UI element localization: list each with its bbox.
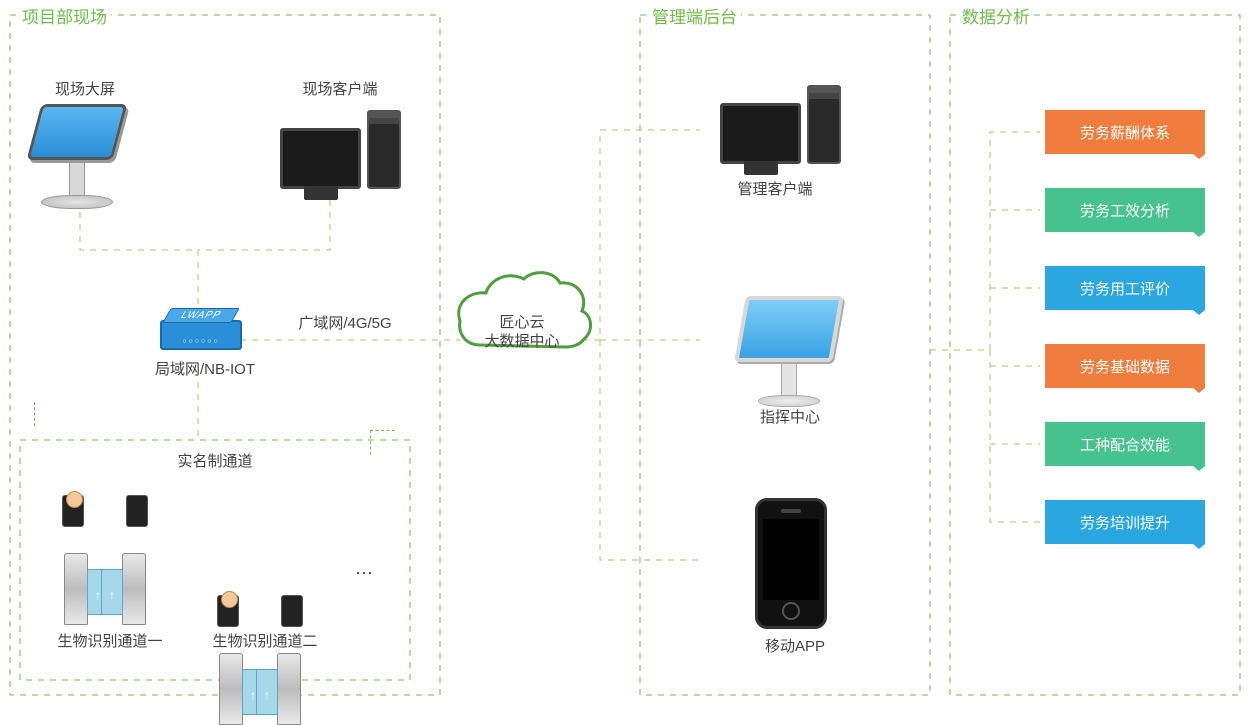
command-center-icon xyxy=(740,296,838,407)
section-title-analysis: 数据分析 xyxy=(958,3,1034,28)
lan-label: 局域网/NB-IOT xyxy=(135,358,275,379)
mobile-app-label: 移动APP xyxy=(745,635,845,656)
analysis-tag-2: 劳务用工评价 xyxy=(1045,266,1205,310)
mgmt-client-icon xyxy=(720,85,841,164)
bracket-decoration xyxy=(370,430,395,455)
cloud-line1: 匠心云 xyxy=(499,314,544,331)
mgmt-client-label: 管理客户端 xyxy=(720,178,830,199)
router-icon: ○○○○○○ xyxy=(160,320,242,350)
big-screen-label: 现场大屏 xyxy=(35,78,135,99)
cloud-line2: 大数据中心 xyxy=(484,333,559,350)
gate1-icon: ↑ ↑ xyxy=(60,525,150,625)
gate2-label: 生物识别通道二 xyxy=(205,630,325,651)
gate-ellipsis: ··· xyxy=(355,562,373,583)
analysis-tag-1: 劳务工效分析 xyxy=(1045,188,1205,232)
section-title-site: 项目部现场 xyxy=(18,3,111,28)
gate1-label: 生物识别通道一 xyxy=(50,630,170,651)
cloud-label: 匠心云 大数据中心 xyxy=(472,314,572,352)
site-client-label: 现场客户端 xyxy=(285,78,395,99)
section-title-backend: 管理端后台 xyxy=(648,3,741,28)
analysis-tag-0: 劳务薪酬体系 xyxy=(1045,110,1205,154)
mobile-app-icon xyxy=(755,498,827,629)
site-client-icon xyxy=(280,110,401,189)
analysis-tag-5: 劳务培训提升 xyxy=(1045,500,1205,544)
command-center-label: 指挥中心 xyxy=(740,406,840,427)
wan-label: 广域网/4G/5G xyxy=(275,312,415,333)
big-screen-icon xyxy=(34,104,120,209)
channel-header: 实名制通道 xyxy=(155,450,275,471)
analysis-tag-4: 工种配合效能 xyxy=(1045,422,1205,466)
bracket-decoration xyxy=(34,402,59,426)
analysis-tag-3: 劳务基础数据 xyxy=(1045,344,1205,388)
